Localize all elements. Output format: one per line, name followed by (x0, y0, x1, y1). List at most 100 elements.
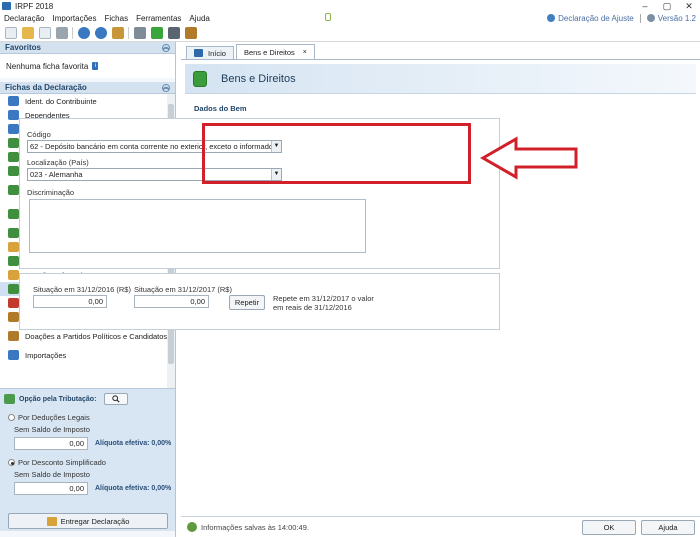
home-icon (194, 49, 203, 57)
tab-label: Início (208, 48, 226, 58)
versao-label: Versão 1.2 (657, 13, 696, 23)
chevron-up-icon[interactable]: ︽ (162, 43, 170, 52)
versao-link[interactable]: Versão 1.2 (646, 13, 696, 23)
search-icon (112, 395, 121, 403)
sidebar-item-label: Ident. do Contribuinte (25, 96, 97, 106)
sem-saldo-label: Sem Saldo de Imposto (14, 470, 90, 479)
save-icon[interactable] (39, 26, 51, 39)
toolbar-divider (72, 26, 73, 39)
ficha-icon (8, 242, 19, 252)
deducoes-label: Por Deduções Legais (18, 413, 90, 422)
radio-desconto-simplificado[interactable]: Por Desconto Simplificado (0, 458, 175, 467)
ficha-icon (8, 284, 19, 294)
simplificado-label: Por Desconto Simplificado (18, 458, 106, 467)
ajuda-button[interactable]: Ajuda (641, 520, 695, 535)
tributacao-icon (4, 394, 15, 404)
toolbar-divider (128, 26, 129, 39)
repetir-button[interactable]: Repetir (229, 295, 265, 310)
fichas-title: Fichas da Declaração (5, 83, 87, 92)
page-banner: Bens e Direitos (185, 64, 696, 94)
ficha-icon (8, 298, 19, 308)
menu-bar: Declaração Importações Fichas Ferramenta… (0, 12, 700, 24)
ficha-icon (8, 96, 19, 106)
open-folder-icon[interactable] (22, 26, 34, 39)
tributacao-title: Opção pela Tributação: (19, 395, 97, 403)
discriminacao-textarea[interactable] (29, 199, 366, 253)
ficha-icon (8, 138, 19, 148)
entregar-icon (46, 516, 57, 526)
aliquota-deducoes: Alíquota efetiva: 0,00% (95, 440, 172, 447)
ficha-icon (8, 270, 19, 280)
declaracao-ajuste-label: Declaração de Ajuste (558, 13, 634, 23)
new-file-icon[interactable] (5, 26, 17, 39)
ficha-icon (8, 256, 19, 266)
receive-icon[interactable] (95, 26, 107, 39)
saved-icon (187, 522, 197, 532)
print-icon[interactable] (134, 26, 146, 39)
ficha-icon (8, 110, 19, 120)
info-icon (547, 14, 556, 23)
localizacao-label: Localização (País) (27, 158, 89, 167)
info-icon[interactable]: i (92, 62, 99, 70)
menu-importacoes[interactable]: Importações (52, 14, 96, 23)
menu-declaracao[interactable]: Declaração (4, 14, 44, 23)
simplificado-value-row: 0,00 Alíquota efetiva: 0,00% (0, 482, 175, 495)
ficha-icon (8, 228, 19, 238)
declaracao-ajuste-link[interactable]: Declaração de Ajuste (547, 14, 634, 23)
menu-ajuda[interactable]: Ajuda (189, 14, 209, 23)
sidebar-item-label: Importações (25, 350, 67, 360)
menu-fichas[interactable]: Fichas (105, 14, 129, 23)
page-title: Bens e Direitos (221, 72, 296, 85)
entregar-declaracao-button[interactable]: Entregar Declaração (8, 513, 168, 529)
sit2016-input[interactable]: 0,00 (33, 295, 107, 308)
trash-icon[interactable] (56, 26, 68, 39)
menu-divider (639, 13, 641, 23)
radio-button[interactable] (8, 459, 15, 466)
favoritos-panel: Nenhuma ficha favorita i (0, 54, 175, 78)
ficha-icon (8, 331, 19, 341)
lock-icon (325, 13, 331, 21)
search-button[interactable] (104, 393, 129, 405)
menu-ferramentas[interactable]: Ferramentas (136, 14, 181, 23)
tab-inicio[interactable]: Início (186, 46, 234, 59)
toolbar (0, 24, 700, 42)
ok-button[interactable]: OK (582, 520, 636, 535)
tab-bens-direitos[interactable]: Bens e Direitos × (235, 44, 315, 59)
check-icon[interactable] (151, 26, 163, 39)
calculator-icon[interactable] (168, 26, 180, 39)
localizacao-value: 023 - Alemanha (30, 170, 83, 179)
window-controls: – ▢ ✕ (634, 0, 700, 12)
deducoes-value: 0,00 (14, 437, 88, 450)
chevron-up-icon[interactable]: ︽ (162, 83, 170, 92)
transmit-icon[interactable] (78, 26, 90, 39)
section-title: Dados do Bem (194, 104, 247, 113)
ficha-icon (8, 312, 19, 322)
ficha-icon (8, 124, 19, 134)
sidebar-item[interactable]: Importações (0, 348, 175, 362)
sem-saldo-label: Sem Saldo de Imposto (14, 425, 90, 434)
app-icon (2, 2, 11, 10)
red-arrow-annotation (480, 136, 578, 180)
tab-label: Bens e Direitos (243, 47, 295, 57)
sidebar-item[interactable]: Ident. do Contribuinte (0, 94, 175, 108)
close-tab-icon[interactable]: × (303, 49, 307, 56)
favoritos-title: Favoritos (5, 43, 42, 52)
maximize-icon[interactable]: ▢ (656, 0, 678, 12)
fichas-header[interactable]: Fichas da Declaração ︽ (0, 82, 175, 94)
status-text: Informações salvas às 14:00:49. (201, 522, 309, 532)
close-icon[interactable]: ✕ (678, 0, 700, 12)
book-icon[interactable] (185, 26, 197, 39)
tab-bar: Início Bens e Direitos × (181, 42, 700, 60)
radio-deducoes-legais[interactable]: Por Deduções Legais (0, 413, 175, 422)
deducoes-value-row: 0,00 Alíquota efetiva: 0,00% (0, 437, 175, 450)
sidebar-item-label: Doações a Partidos Políticos e Candidato… (25, 331, 168, 341)
status-message: Informações salvas às 14:00:49. (187, 522, 309, 532)
sit2017-input[interactable]: 0,00 (134, 295, 209, 308)
radio-button[interactable] (8, 414, 15, 421)
minimize-icon[interactable]: – (634, 0, 656, 12)
situacao-panel: Situação em 31/12/2016 (R$) 0,00 Situaçã… (19, 273, 500, 330)
version-icon (646, 14, 655, 23)
tributacao-header: Opção pela Tributação: (0, 389, 175, 409)
package-icon[interactable] (112, 26, 124, 39)
favoritos-header[interactable]: Favoritos ︽ (0, 42, 175, 54)
